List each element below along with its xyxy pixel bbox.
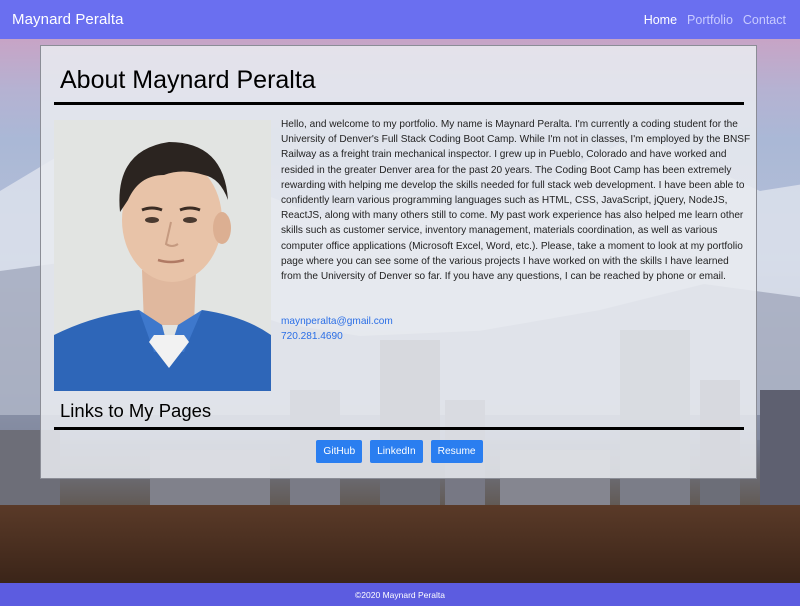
- nav-link-contact[interactable]: Contact: [743, 13, 786, 27]
- bio-text: Hello, and welcome to my portfolio. My n…: [281, 119, 751, 283]
- brand-name[interactable]: Maynard Peralta: [12, 11, 124, 28]
- nav-link-home[interactable]: Home: [644, 13, 677, 27]
- links-title: Links to My Pages: [60, 400, 212, 421]
- resume-button[interactable]: Resume: [430, 440, 483, 463]
- footer-copyright: ©2020 Maynard Peralta: [355, 589, 445, 600]
- nav-links: Home Portfolio Contact: [644, 13, 786, 27]
- profile-photo: [54, 120, 271, 391]
- about-card: About Maynard Peralta Hello, and welcome…: [40, 45, 757, 479]
- links-buttons: GitHub LinkedIn Resume: [41, 440, 758, 463]
- footer: ©2020 Maynard Peralta: [0, 583, 800, 606]
- links-divider: [54, 427, 744, 430]
- navbar: Maynard Peralta Home Portfolio Contact: [0, 0, 800, 39]
- email-link[interactable]: maynperalta@gmail.com: [281, 314, 393, 329]
- about-title: About Maynard Peralta: [60, 66, 316, 94]
- github-button[interactable]: GitHub: [316, 440, 363, 463]
- linkedin-button[interactable]: LinkedIn: [370, 440, 423, 463]
- nav-link-portfolio[interactable]: Portfolio: [687, 13, 733, 27]
- contact-info: maynperalta@gmail.com 720.281.4690: [281, 314, 393, 344]
- phone-link[interactable]: 720.281.4690: [281, 329, 393, 344]
- title-divider: [54, 102, 744, 105]
